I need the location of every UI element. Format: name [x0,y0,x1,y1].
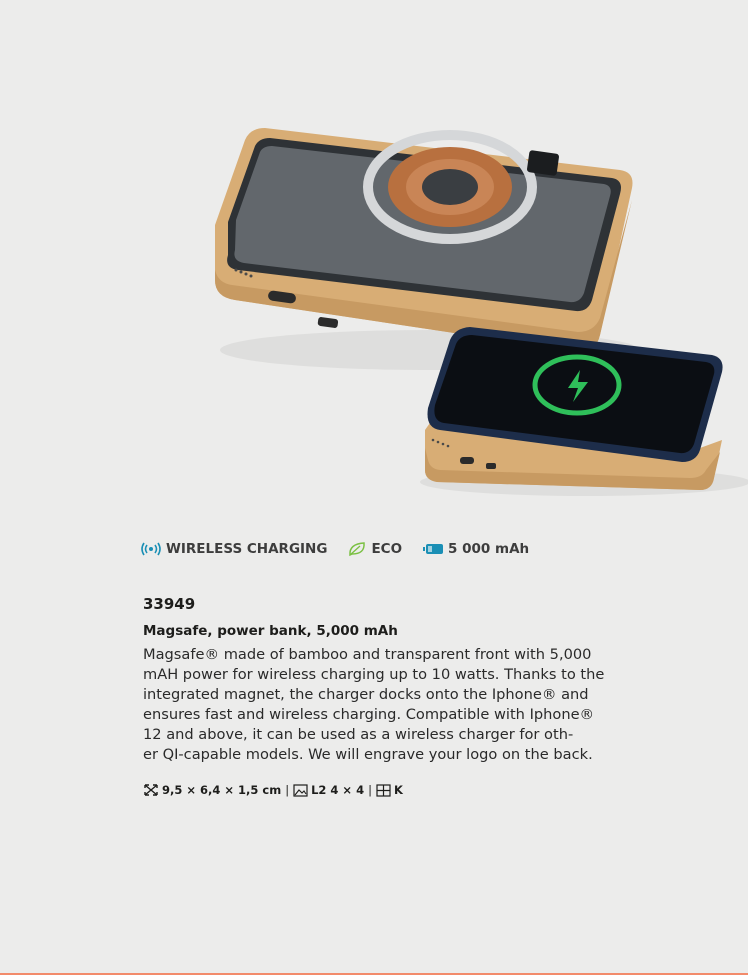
print-area-value: L2 4 × 4 [311,783,365,797]
description-line: integrated magnet, the charger docks ont… [143,686,589,703]
battery-icon [423,544,444,554]
feature-eco: ECO [347,541,402,557]
description-line: mAH power for wireless charging up to 10… [143,666,605,683]
product-sku: 33949 [143,595,196,613]
feature-eco-label: ECO [371,541,403,557]
wireless-icon [141,542,161,556]
description-line: ensures fast and wireless charging. Comp… [143,706,595,723]
separator: | [285,783,290,797]
feature-battery: 5 000 mAh [422,541,529,557]
dimensions-icon [144,784,158,796]
product-specs: 9,5 × 6,4 × 1,5 cm | L2 4 × 4 | K [143,783,403,797]
description-line: er QI-capable models. We will engrave yo… [143,746,593,763]
carton-value: K [393,783,403,797]
feature-badges: WIRELESS CHARGING ECO 5 000 mAh [140,538,549,560]
feature-battery-label: 5 000 mAh [448,541,530,557]
feature-wireless: WIRELESS CHARGING [140,541,327,557]
description-line: Magsafe® made of bamboo and transparent … [143,646,592,663]
carton-icon [376,783,391,797]
separator: | [368,783,372,797]
dimensions-value: 9,5 × 6,4 × 1,5 cm [162,783,282,797]
phone-on-charger-image [420,327,748,496]
power-bank-image [215,128,640,370]
product-title: Magsafe, power bank, 5,000 mAh [143,623,398,639]
print-area-icon [293,783,308,797]
product-photo [215,128,748,496]
description-line: 12 and above, it can be used as a wirele… [143,726,574,743]
leaf-icon [349,542,366,557]
feature-wireless-label: WIRELESS CHARGING [166,541,328,557]
product-description: Magsafe® made of bamboo and transparent … [143,645,663,765]
